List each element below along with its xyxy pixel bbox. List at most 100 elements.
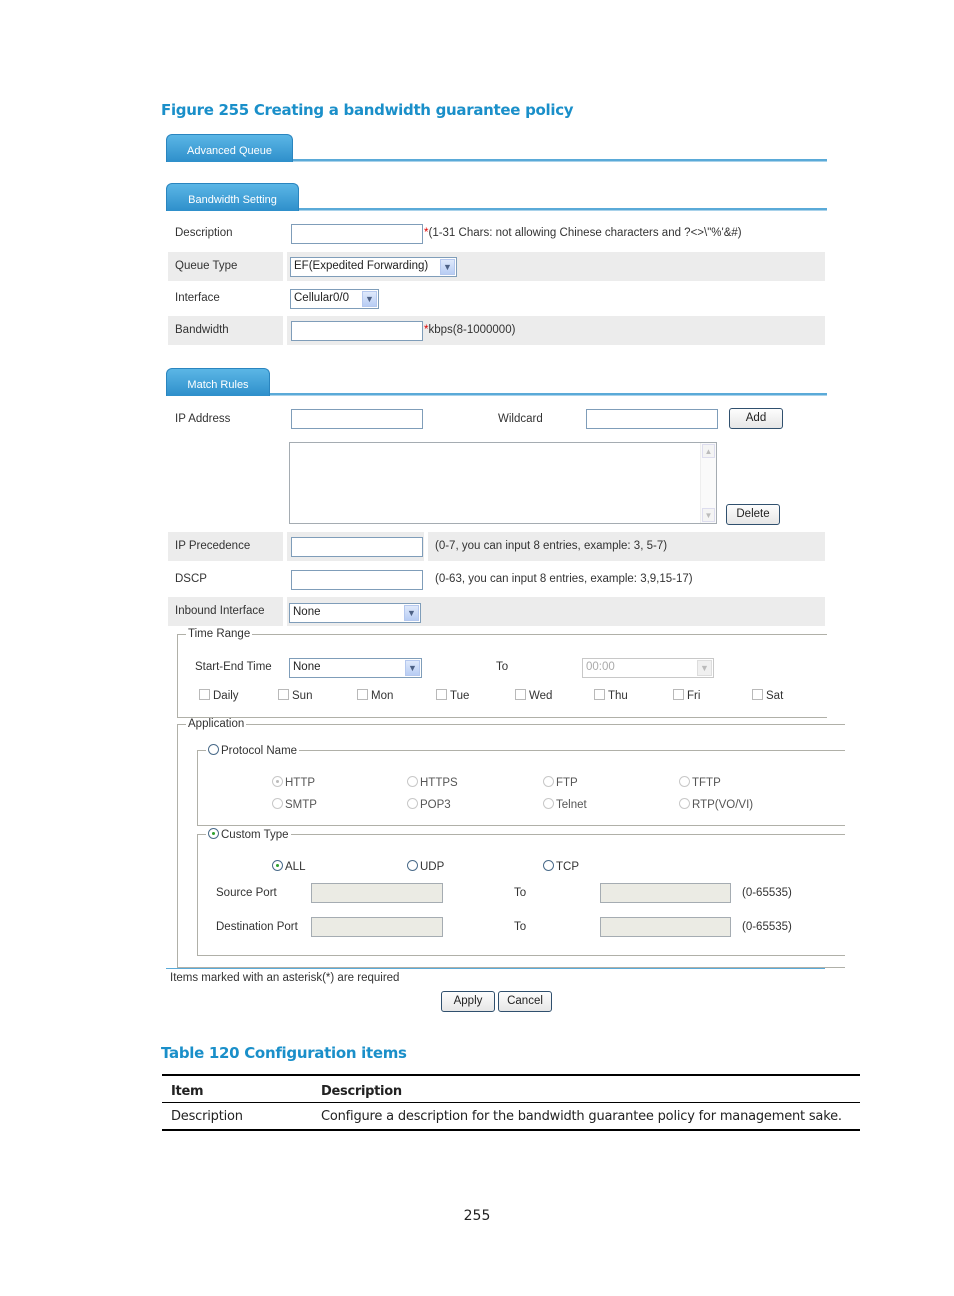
dscp-hint: (0-63, you can input 8 entries, example:… — [435, 573, 693, 585]
tab-advanced-queue[interactable]: Advanced Queue — [166, 134, 293, 162]
apply-button[interactable]: Apply — [441, 991, 495, 1012]
radio-http[interactable]: HTTP — [272, 776, 315, 789]
checkbox-sat[interactable]: Sat — [752, 689, 783, 702]
cell-item: Description — [162, 1102, 312, 1131]
ip-precedence-input[interactable] — [291, 537, 423, 557]
checkbox-icon — [278, 689, 289, 700]
bandwidth-input[interactable] — [291, 321, 423, 341]
destination-port-from-input[interactable] — [311, 917, 443, 937]
radio-icon — [208, 744, 219, 755]
checkbox-icon — [594, 689, 605, 700]
start-end-time-label: Start-End Time — [195, 661, 272, 673]
radio-icon — [208, 828, 219, 839]
tab-bandwidth-setting[interactable]: Bandwidth Setting — [166, 183, 299, 211]
radio-icon — [272, 860, 283, 871]
inbound-interface-select[interactable]: None ▼ — [289, 603, 421, 623]
checkbox-icon — [752, 689, 763, 700]
dscp-input[interactable] — [291, 570, 423, 590]
radio-all[interactable]: ALL — [272, 860, 305, 873]
radio-telnet[interactable]: Telnet — [543, 798, 587, 811]
source-port-label: Source Port — [216, 887, 277, 899]
checkbox-sun[interactable]: Sun — [278, 689, 312, 702]
queue-type-select[interactable]: EF(Expedited Forwarding) ▼ — [290, 257, 457, 277]
table-header-row: Item Description — [162, 1074, 860, 1103]
interface-select[interactable]: Cellular0/0 ▼ — [290, 289, 379, 309]
destination-port-range: (0-65535) — [742, 921, 792, 933]
end-time-select[interactable]: 00:00 ▼ — [582, 658, 714, 678]
inbound-interface-label: Inbound Interface — [175, 605, 265, 617]
interface-row: Interface Cellular0/0 ▼ — [168, 284, 825, 313]
checkbox-fri[interactable]: Fri — [673, 689, 700, 702]
checkbox-icon — [199, 689, 210, 700]
source-port-to-input[interactable] — [600, 883, 731, 903]
dscp-label: DSCP — [175, 573, 207, 585]
delete-button[interactable]: Delete — [726, 504, 780, 525]
bandwidth-label: Bandwidth — [175, 324, 229, 336]
footer-divider — [166, 968, 825, 969]
checkbox-icon — [673, 689, 684, 700]
checkbox-thu[interactable]: Thu — [594, 689, 628, 702]
description-row: Description *(1-31 Chars: not allowing C… — [168, 219, 825, 248]
application-legend: Application — [188, 718, 245, 730]
page-number: 255 — [463, 1208, 491, 1224]
radio-icon — [679, 798, 690, 809]
radio-rtp[interactable]: RTP(VO/VI) — [679, 798, 753, 811]
match-rules-tabbar: Match Rules — [166, 366, 827, 396]
rule-listbox[interactable]: ▲ ▼ — [289, 442, 717, 524]
ip-address-input[interactable] — [291, 409, 423, 429]
chevron-down-icon: ▼ — [405, 660, 420, 676]
ip-address-label: IP Address — [175, 413, 231, 425]
start-time-value: None — [293, 661, 321, 673]
radio-icon — [272, 798, 283, 809]
cell-description: Configure a description for the bandwidt… — [312, 1102, 860, 1131]
radio-https[interactable]: HTTPS — [407, 776, 458, 789]
radio-udp[interactable]: UDP — [407, 860, 444, 873]
wildcard-input[interactable] — [586, 409, 718, 429]
radio-pop3[interactable]: POP3 — [407, 798, 451, 811]
source-port-to-label: To — [514, 887, 527, 899]
radio-smtp[interactable]: SMTP — [272, 798, 317, 811]
listbox-scrollbar[interactable]: ▲ ▼ — [700, 443, 716, 523]
checkbox-daily[interactable]: Daily — [199, 689, 239, 702]
radio-tftp[interactable]: TFTP — [679, 776, 721, 789]
time-range-fieldset: Time Range — [177, 628, 827, 718]
advanced-queue-tabbar: Advanced Queue — [166, 132, 827, 162]
destination-port-to-label: To — [514, 921, 527, 933]
ip-precedence-label: IP Precedence — [175, 540, 251, 552]
inbound-interface-row: Inbound Interface None ▼ — [168, 597, 825, 626]
source-port-from-input[interactable] — [311, 883, 443, 903]
queue-type-row: Queue Type EF(Expedited Forwarding) ▼ — [168, 252, 825, 281]
scroll-up-icon[interactable]: ▲ — [702, 444, 715, 458]
bandwidth-setting-tabbar: Bandwidth Setting — [166, 181, 827, 211]
custom-type-radio[interactable]: Custom Type — [208, 828, 289, 841]
header-item: Item — [162, 1074, 312, 1103]
radio-icon — [543, 860, 554, 871]
description-input[interactable] — [291, 224, 423, 244]
radio-ftp[interactable]: FTP — [543, 776, 578, 789]
add-button[interactable]: Add — [729, 408, 783, 429]
destination-port-to-input[interactable] — [600, 917, 731, 937]
checkbox-mon[interactable]: Mon — [357, 689, 393, 702]
start-time-select[interactable]: None ▼ — [289, 658, 422, 678]
description-label: Description — [175, 227, 233, 239]
scroll-down-icon[interactable]: ▼ — [702, 508, 715, 522]
queue-type-label: Queue Type — [175, 260, 238, 272]
tab-match-rules[interactable]: Match Rules — [166, 368, 270, 396]
inbound-interface-value: None — [293, 606, 321, 618]
to-label: To — [496, 661, 509, 673]
time-range-legend: Time Range — [188, 628, 251, 640]
end-time-value: 00:00 — [586, 661, 615, 673]
chevron-down-icon: ▼ — [404, 605, 419, 621]
source-port-range: (0-65535) — [742, 887, 792, 899]
protocol-name-radio[interactable]: Protocol Name — [208, 744, 297, 757]
config-table: Item Description Description Configure a… — [162, 1074, 860, 1131]
checkbox-wed[interactable]: Wed — [515, 689, 552, 702]
interface-value: Cellular0/0 — [294, 292, 349, 304]
radio-tcp[interactable]: TCP — [543, 860, 579, 873]
dscp-row: DSCP (0-63, you can input 8 entries, exa… — [168, 565, 825, 594]
table-caption: Table 120 Configuration items — [161, 1044, 407, 1062]
checkbox-tue[interactable]: Tue — [436, 689, 469, 702]
radio-icon — [679, 776, 690, 787]
cancel-button[interactable]: Cancel — [498, 991, 552, 1012]
ip-precedence-row: IP Precedence (0-7, you can input 8 entr… — [168, 532, 825, 561]
